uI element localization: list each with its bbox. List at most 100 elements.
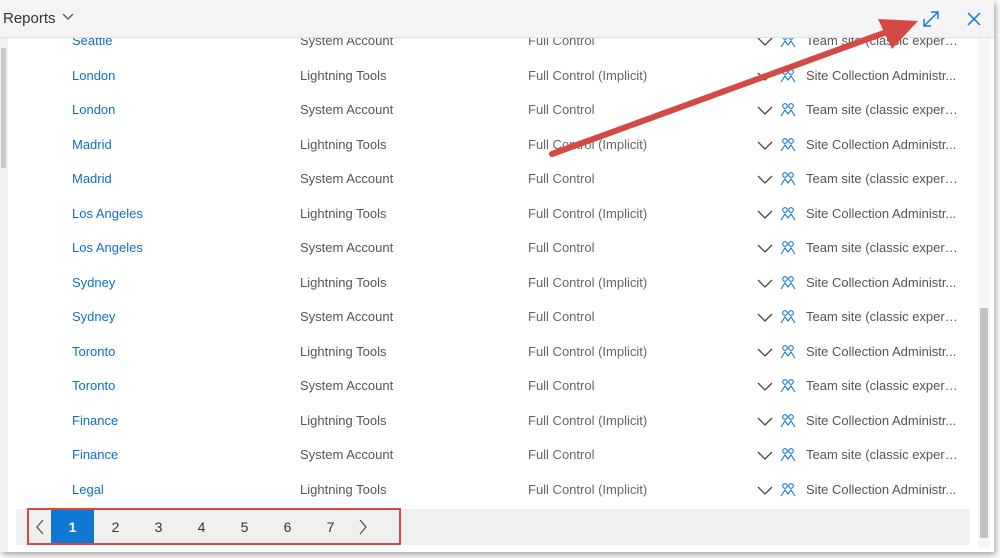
row-site: Site Collection Administr... bbox=[806, 274, 957, 290]
next-page-button[interactable] bbox=[352, 509, 374, 545]
page-button-7[interactable]: 7 bbox=[309, 509, 352, 545]
table-row: Madrid Lightning Tools Full Control (Impli… bbox=[0, 137, 975, 171]
row-permission: Full Control bbox=[528, 378, 595, 393]
row-permission: Full Control bbox=[528, 309, 595, 324]
page-button-5[interactable]: 5 bbox=[223, 509, 266, 545]
row-site: Team site (classic experie... bbox=[806, 447, 960, 462]
row-site: Team site (classic experie... bbox=[806, 102, 960, 117]
page-button-6[interactable]: 6 bbox=[266, 509, 309, 545]
row-name-link[interactable]: Madrid bbox=[72, 137, 112, 153]
row-permission: Full Control (Implicit) bbox=[528, 205, 648, 221]
row-permission: Full Control (Implicit) bbox=[528, 481, 648, 497]
row-user: System Account bbox=[300, 378, 394, 393]
close-icon[interactable] bbox=[963, 8, 985, 30]
chevron-down-icon[interactable] bbox=[757, 485, 773, 495]
row-user: System Account bbox=[300, 447, 394, 462]
row-name-link[interactable]: London bbox=[72, 102, 115, 118]
expand-diagonal-icon[interactable] bbox=[920, 8, 942, 30]
row-name-link[interactable]: Finance bbox=[72, 413, 118, 429]
chevron-down-icon[interactable] bbox=[757, 174, 773, 184]
row-name-link[interactable]: Madrid bbox=[72, 171, 112, 187]
pagination: 1234567 bbox=[29, 509, 374, 545]
table-row: Finance Lightning Tools Full Control (Impl… bbox=[0, 413, 975, 447]
chevron-down-icon[interactable] bbox=[757, 347, 773, 357]
table-row: Madrid System Account Full Control Team sit… bbox=[0, 171, 975, 205]
row-site: Team site (classic experie... bbox=[806, 171, 960, 186]
table-row: Toronto System Account Full Control Team si… bbox=[0, 378, 975, 412]
users-icon bbox=[780, 241, 796, 255]
row-name-link[interactable]: Finance bbox=[72, 447, 118, 463]
page-button-4[interactable]: 4 bbox=[180, 509, 223, 545]
row-permission: Full Control (Implicit) bbox=[528, 67, 648, 83]
left-scrollbar[interactable] bbox=[0, 38, 8, 552]
page-button-3[interactable]: 3 bbox=[137, 509, 180, 545]
row-user: Lightning Tools bbox=[300, 481, 387, 497]
row-site: Site Collection Administr... bbox=[806, 67, 957, 83]
chevron-down-icon[interactable] bbox=[757, 312, 773, 322]
chevron-down-icon[interactable] bbox=[757, 209, 773, 219]
table-row: Legal Lightning Tools Full Control (Implic… bbox=[0, 482, 975, 509]
row-permission: Full Control bbox=[528, 171, 595, 186]
row-user: Lightning Tools bbox=[300, 136, 387, 152]
page-button-1[interactable]: 1 bbox=[51, 509, 94, 545]
table-row: London Lightning Tools Full Control (Impli… bbox=[0, 68, 975, 102]
users-icon bbox=[780, 103, 796, 117]
row-user: Lightning Tools bbox=[300, 67, 387, 83]
panel-title[interactable]: Reports bbox=[3, 10, 56, 27]
row-user: System Account bbox=[300, 171, 394, 186]
row-name-link[interactable]: Legal bbox=[72, 482, 104, 498]
prev-page-button[interactable] bbox=[29, 509, 51, 545]
chevron-down-icon[interactable] bbox=[757, 71, 773, 81]
row-permission: Full Control (Implicit) bbox=[528, 412, 648, 428]
users-icon bbox=[780, 310, 796, 324]
chevron-down-icon[interactable] bbox=[757, 105, 773, 115]
row-site: Site Collection Administr... bbox=[806, 343, 957, 359]
chevron-down-icon[interactable] bbox=[757, 450, 773, 460]
row-site: Team site (classic experie... bbox=[806, 240, 960, 255]
page-button-2[interactable]: 2 bbox=[94, 509, 137, 545]
left-scrollbar-thumb[interactable] bbox=[1, 48, 6, 168]
row-permission: Full Control (Implicit) bbox=[528, 136, 648, 152]
row-user: System Account bbox=[300, 309, 394, 324]
row-name-link[interactable]: Sydney bbox=[72, 275, 115, 291]
row-site: Site Collection Administr... bbox=[806, 412, 957, 428]
row-site: Site Collection Administr... bbox=[806, 205, 957, 221]
row-permission: Full Control bbox=[528, 240, 595, 255]
table-row: Los Angeles Lightning Tools Full Control (… bbox=[0, 206, 975, 240]
row-site: Team site (classic experie... bbox=[806, 378, 960, 393]
row-permission: Full Control (Implicit) bbox=[528, 343, 648, 359]
row-name-link[interactable]: Toronto bbox=[72, 378, 115, 394]
report-rows: Seattle System Account Full Control Team si… bbox=[0, 0, 975, 508]
table-row: Toronto Lightning Tools Full Control (Impl… bbox=[0, 344, 975, 378]
row-site: Site Collection Administr... bbox=[806, 136, 957, 152]
chevron-down-icon[interactable] bbox=[62, 11, 74, 21]
panel-header: Reports bbox=[0, 0, 994, 38]
row-user: Lightning Tools bbox=[300, 205, 387, 221]
chevron-down-icon[interactable] bbox=[757, 243, 773, 253]
chevron-down-icon[interactable] bbox=[757, 278, 773, 288]
reports-panel: Seattle System Account Full Control Team si… bbox=[0, 0, 994, 552]
table-row: London System Account Full Control Team sit… bbox=[0, 102, 975, 136]
row-permission: Full Control bbox=[528, 447, 595, 462]
users-icon bbox=[780, 68, 796, 82]
row-name-link[interactable]: Toronto bbox=[72, 344, 115, 360]
chevron-down-icon[interactable] bbox=[757, 381, 773, 391]
right-scrollbar-thumb[interactable] bbox=[980, 308, 988, 538]
row-name-link[interactable]: Los Angeles bbox=[72, 240, 143, 256]
right-scrollbar[interactable] bbox=[978, 38, 990, 548]
chevron-left-icon bbox=[36, 519, 44, 535]
row-name-link[interactable]: London bbox=[72, 68, 115, 84]
row-permission: Full Control (Implicit) bbox=[528, 274, 648, 290]
row-site: Team site (classic experie... bbox=[806, 309, 960, 324]
row-name-link[interactable]: Sydney bbox=[72, 309, 115, 325]
row-user: Lightning Tools bbox=[300, 274, 387, 290]
table-row: Finance System Account Full Control Team si… bbox=[0, 447, 975, 481]
table-row: Sydney Lightning Tools Full Control (Impli… bbox=[0, 275, 975, 309]
row-user: Lightning Tools bbox=[300, 412, 387, 428]
row-site: Site Collection Administr... bbox=[806, 481, 957, 497]
table-row: Los Angeles System Account Full Control Tea… bbox=[0, 240, 975, 274]
row-name-link[interactable]: Los Angeles bbox=[72, 206, 143, 222]
chevron-down-icon[interactable] bbox=[757, 140, 773, 150]
chevron-down-icon[interactable] bbox=[757, 416, 773, 426]
users-icon bbox=[780, 344, 796, 358]
